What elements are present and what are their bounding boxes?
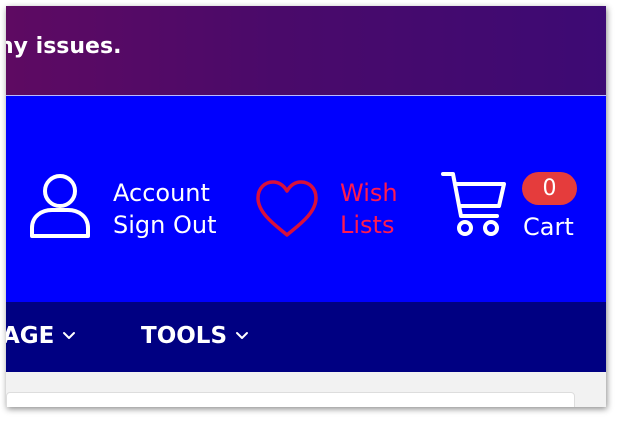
site-header: Account Sign Out Wish Lists 0 Cart (6, 95, 606, 302)
sign-out-link[interactable]: Sign Out (113, 209, 217, 241)
cart-count-badge: 0 (522, 172, 577, 205)
browser-viewport: ny issues. Account Sign Out Wish Lists 0… (6, 6, 606, 407)
cart-link[interactable]: Cart (523, 211, 574, 243)
nav-item-label[interactable]: TOOLS (141, 321, 227, 351)
chevron-down-icon (236, 332, 249, 339)
content-panel (6, 392, 575, 407)
nav-item-tools[interactable]: TOOLS (141, 321, 249, 351)
account-link[interactable]: Account Sign Out (113, 177, 217, 241)
nav-item-label[interactable]: AGE (6, 321, 54, 351)
wishlist-label-line1[interactable]: Wish (340, 177, 398, 209)
heart-icon[interactable] (254, 179, 320, 239)
announcement-banner: ny issues. (6, 6, 606, 95)
user-icon[interactable] (28, 173, 92, 239)
chevron-down-icon (63, 332, 76, 339)
main-nav: AGE TOOLS (6, 302, 606, 372)
cart-icon[interactable] (441, 170, 507, 240)
nav-item-age[interactable]: AGE (6, 321, 76, 351)
wishlist-link[interactable]: Wish Lists (340, 177, 398, 241)
banner-text: ny issues. (6, 34, 122, 59)
wishlist-label-line2[interactable]: Lists (340, 209, 398, 241)
account-label[interactable]: Account (113, 177, 217, 209)
page-content (6, 372, 606, 407)
